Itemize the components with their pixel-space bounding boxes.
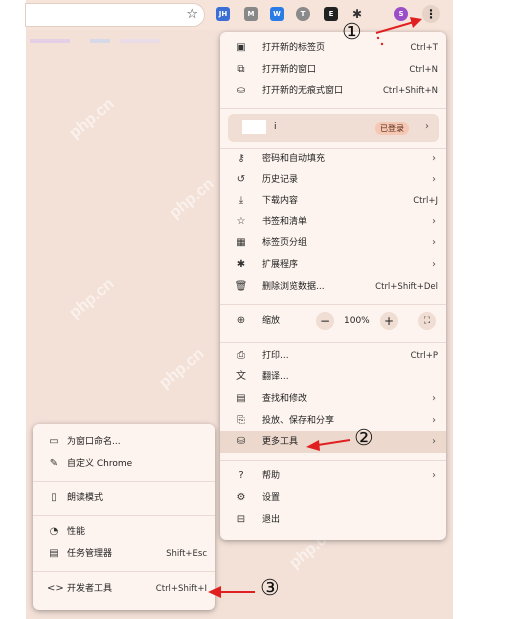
signed-in-badge: 已登录 bbox=[375, 122, 409, 135]
divider bbox=[220, 304, 446, 305]
toolbar: ☆ JH M W T E ✱ S ⋮ bbox=[26, 0, 453, 30]
submenu-customize[interactable]: ✎ 自定义 Chrome bbox=[33, 454, 215, 474]
watermark: php.cn bbox=[66, 275, 118, 322]
extension-jh-icon[interactable]: JH bbox=[216, 7, 230, 21]
key-icon: ⚷ bbox=[237, 153, 245, 164]
chevron-right-icon: › bbox=[432, 436, 436, 447]
incognito-icon: ⛀ bbox=[236, 85, 246, 96]
history-icon: ↺ bbox=[236, 174, 246, 185]
kebab-icon[interactable]: ⋮ bbox=[422, 5, 440, 23]
chrome-main-menu: ▣ 打开新的标签页 Ctrl+T ⧉ 打开新的窗口 Ctrl+N ⛀ 打开新的无… bbox=[220, 32, 446, 540]
printer-icon: ⎙ bbox=[237, 350, 245, 361]
menu-passwords[interactable]: ⚷ 密码和自动填充 › bbox=[220, 149, 446, 169]
avatar bbox=[242, 120, 266, 134]
annotation-one: ① bbox=[342, 20, 362, 45]
menu-print[interactable]: ⎙ 打印... Ctrl+P bbox=[220, 346, 446, 366]
more-tools-submenu: ▭ 为窗口命名... ✎ 自定义 Chrome ▯ 朗读模式 ◔ 性能 ▤ 任务… bbox=[33, 424, 215, 610]
trash-icon: 🗑 bbox=[234, 281, 248, 292]
menu-downloads[interactable]: ⤓ 下载内容 Ctrl+J bbox=[220, 191, 446, 211]
avatar[interactable]: S bbox=[394, 7, 408, 21]
pencil-icon: ✎ bbox=[49, 458, 59, 469]
submenu-dev-tools[interactable]: <> 开发者工具 Ctrl+Shift+I bbox=[33, 579, 215, 599]
menu-more-tools[interactable]: ⛁ 更多工具 › bbox=[220, 431, 446, 453]
chevron-right-icon: › bbox=[432, 216, 436, 227]
zoom-level: 100% bbox=[344, 316, 370, 326]
help-icon: ? bbox=[238, 470, 244, 481]
exit-icon: ⊟ bbox=[236, 514, 246, 525]
bookmark-bar-blur bbox=[30, 39, 160, 43]
watermark: php.cn bbox=[156, 345, 208, 392]
zoom-in-button[interactable]: + bbox=[380, 312, 398, 330]
chevron-right-icon: › bbox=[432, 174, 436, 185]
star-icon: ☆ bbox=[236, 216, 246, 227]
divider bbox=[220, 342, 446, 343]
menu-clear-data[interactable]: 🗑 删除浏览数据... Ctrl+Shift+Del bbox=[220, 277, 446, 297]
fullscreen-icon[interactable]: ⛶ bbox=[418, 312, 436, 330]
submenu-task-manager[interactable]: ▤ 任务管理器 Shift+Esc bbox=[33, 544, 215, 564]
submenu-reading-mode[interactable]: ▯ 朗读模式 bbox=[33, 488, 215, 508]
toolbox-icon: ⛁ bbox=[236, 436, 246, 447]
menu-new-incognito[interactable]: ⛀ 打开新的无痕式窗口 Ctrl+Shift+N bbox=[220, 81, 446, 101]
menu-history[interactable]: ↺ 历史记录 › bbox=[220, 170, 446, 190]
menu-new-tab[interactable]: ▣ 打开新的标签页 Ctrl+T bbox=[220, 38, 446, 58]
extension-w-icon[interactable]: W bbox=[270, 7, 284, 21]
extension-t-icon[interactable]: T bbox=[296, 7, 310, 21]
menu-cast-save[interactable]: ⎘ 投放、保存和分享 › bbox=[220, 411, 446, 431]
star-icon[interactable]: ☆ bbox=[186, 7, 198, 22]
menu-help[interactable]: ? 帮助 › bbox=[220, 466, 446, 486]
menu-find-edit[interactable]: ▤ 查找和修改 › bbox=[220, 389, 446, 409]
chevron-right-icon: › bbox=[432, 153, 436, 164]
divider bbox=[220, 108, 446, 109]
menu-exit[interactable]: ⊟ 退出 bbox=[220, 510, 446, 530]
puzzle-icon: ✱ bbox=[236, 259, 246, 270]
divider bbox=[33, 571, 215, 572]
watermark: php.cn bbox=[66, 95, 118, 142]
task-manager-icon: ▤ bbox=[49, 548, 59, 559]
menu-settings[interactable]: ⚙ 设置 bbox=[220, 488, 446, 508]
chevron-right-icon: › bbox=[432, 415, 436, 426]
menu-extensions[interactable]: ✱ 扩展程序 › bbox=[220, 255, 446, 275]
chevron-right-icon: › bbox=[432, 393, 436, 404]
menu-new-window[interactable]: ⧉ 打开新的窗口 Ctrl+N bbox=[220, 60, 446, 80]
profile-row[interactable]: i 已登录 › bbox=[228, 114, 439, 142]
extension-m-icon[interactable]: M bbox=[244, 7, 258, 21]
code-icon: <> bbox=[47, 583, 64, 594]
puzzle-icon[interactable]: ✱ bbox=[350, 7, 364, 21]
submenu-name-window[interactable]: ▭ 为窗口命名... bbox=[33, 432, 215, 452]
submenu-performance[interactable]: ◔ 性能 bbox=[33, 522, 215, 542]
menu-translate[interactable]: 文 翻译... bbox=[220, 367, 446, 387]
reading-mode-icon: ▯ bbox=[51, 492, 57, 503]
chevron-right-icon: › bbox=[425, 121, 429, 132]
annotation-two: ② bbox=[354, 426, 374, 451]
find-icon: ▤ bbox=[236, 393, 246, 404]
speedometer-icon: ◔ bbox=[49, 526, 59, 537]
chevron-right-icon: › bbox=[432, 470, 436, 481]
menu-tab-groups[interactable]: ▦ 标签页分组 › bbox=[220, 233, 446, 253]
zoom-out-button[interactable]: − bbox=[316, 312, 334, 330]
annotation-three: ③ bbox=[260, 576, 280, 601]
divider bbox=[220, 460, 446, 461]
divider bbox=[33, 515, 215, 516]
grid-icon: ▦ bbox=[236, 237, 246, 248]
address-bar[interactable]: ☆ bbox=[26, 4, 204, 26]
chevron-right-icon: › bbox=[432, 259, 436, 270]
chevron-right-icon: › bbox=[432, 237, 436, 248]
window-icon: ▭ bbox=[49, 436, 59, 447]
zoom-icon: ⊕ bbox=[236, 315, 246, 326]
menu-zoom: ⊕ 缩放 − 100% + ⛶ bbox=[220, 308, 446, 334]
cast-icon: ⎘ bbox=[237, 415, 245, 426]
new-tab-icon: ▣ bbox=[236, 42, 246, 53]
new-window-icon: ⧉ bbox=[237, 64, 245, 75]
gear-icon: ⚙ bbox=[236, 492, 246, 503]
extension-e-icon[interactable]: E bbox=[324, 7, 338, 21]
menu-bookmarks[interactable]: ☆ 书签和清单 › bbox=[220, 212, 446, 232]
translate-icon: 文 bbox=[236, 371, 246, 382]
divider bbox=[33, 481, 215, 482]
download-icon: ⤓ bbox=[238, 195, 244, 206]
watermark: php.cn bbox=[166, 175, 218, 222]
